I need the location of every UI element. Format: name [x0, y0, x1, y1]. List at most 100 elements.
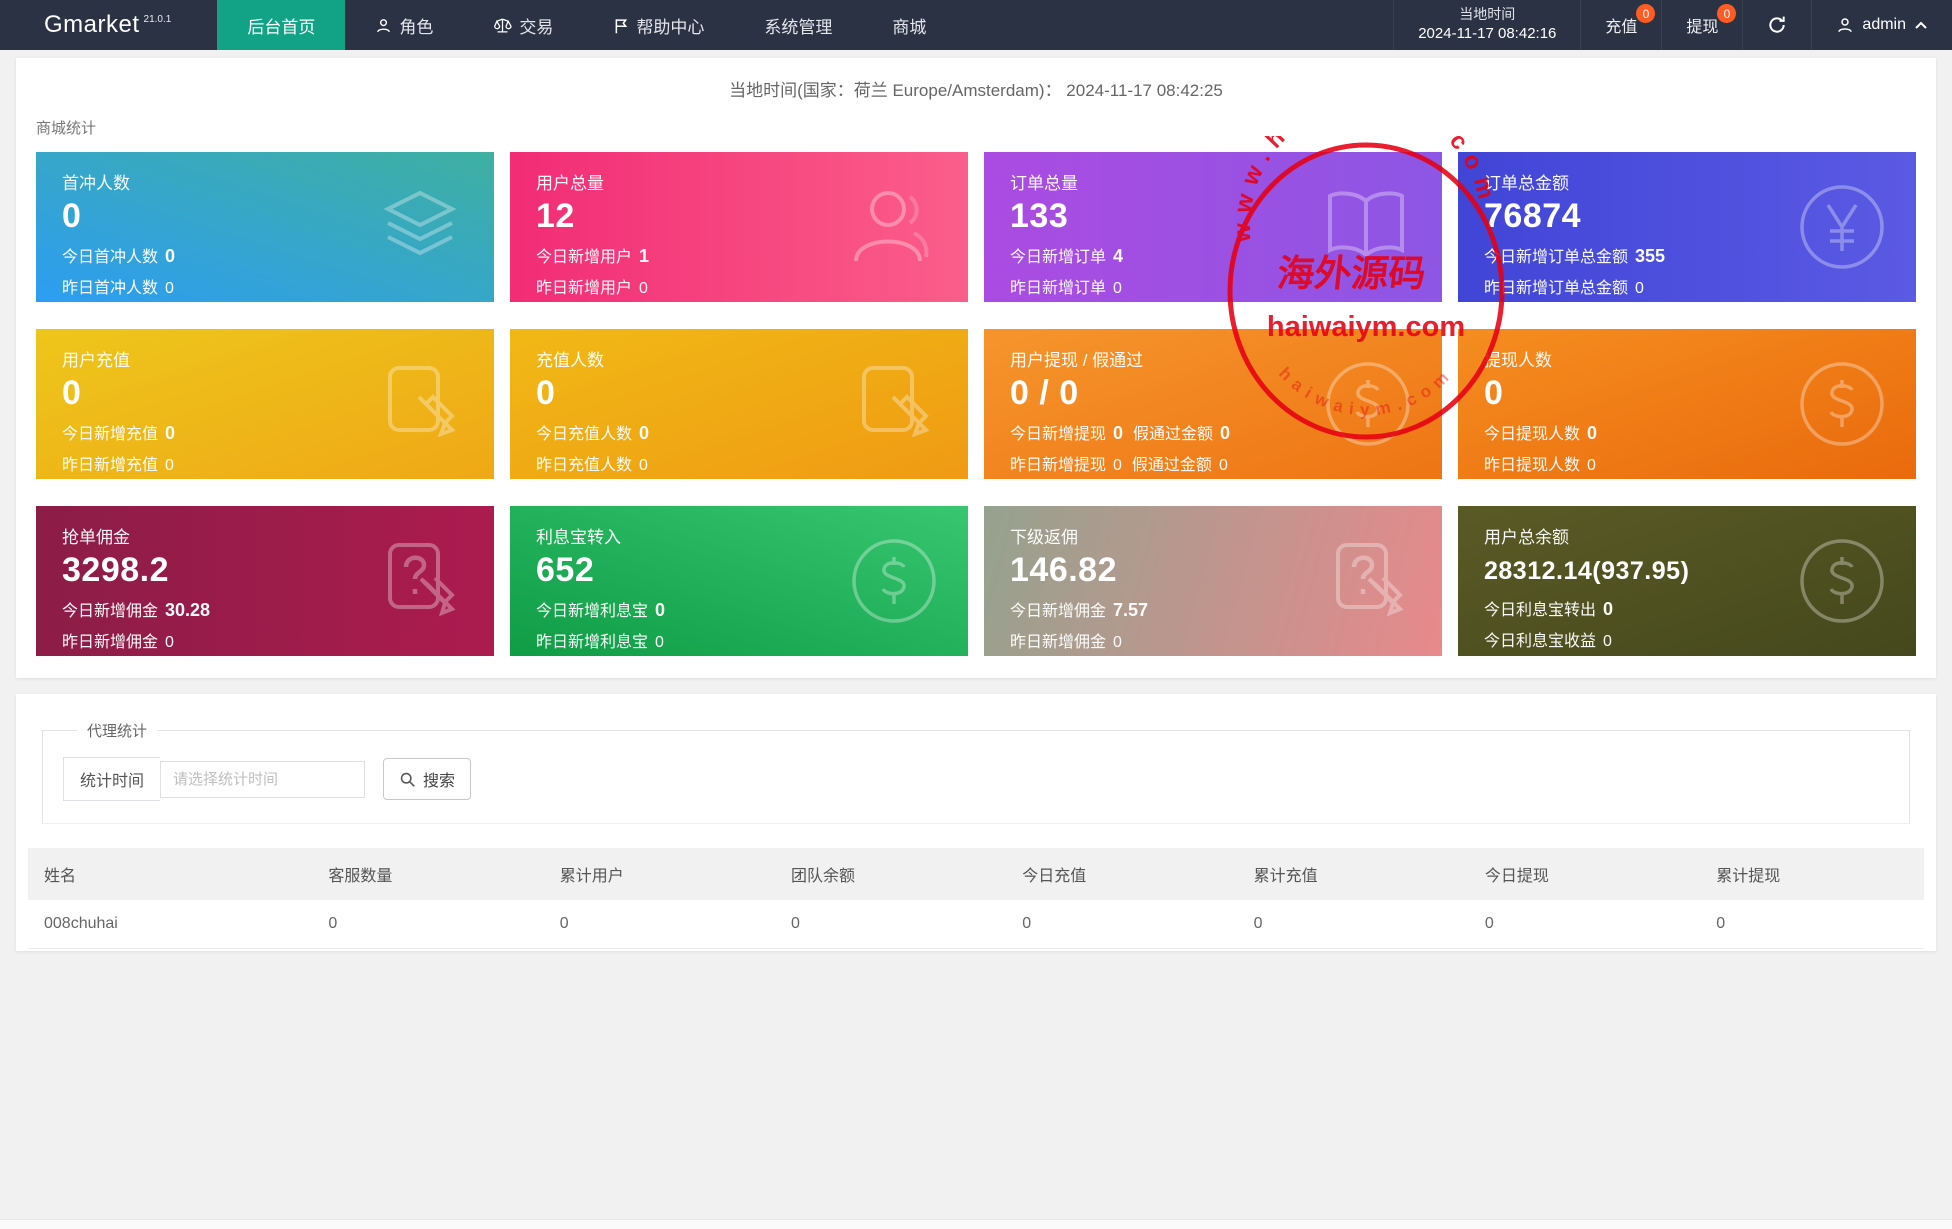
- stat-line-value: 0: [1113, 457, 1122, 474]
- stat-line-value: 0: [165, 280, 174, 297]
- local-time-label: 当地时间: [1459, 5, 1515, 24]
- table-cell: 0: [1238, 900, 1469, 949]
- table-row: 008chuhai0000000: [28, 900, 1924, 949]
- card-stat-line: 昨日新增佣金 0: [1010, 628, 1416, 652]
- stat-card-user-withdraw-fakepass: 用户提现 / 假通过 0 / 0 今日新增提现0假通过金额0昨日新增提现0假通过…: [984, 329, 1442, 479]
- stat-line-value: 0: [1635, 280, 1644, 297]
- card-stat-line: 昨日新增利息宝 0: [536, 628, 942, 652]
- table-header-cell: 累计用户: [544, 848, 775, 900]
- table-cell: 0: [1700, 900, 1924, 949]
- nav-item-label: 角色: [399, 13, 433, 38]
- stat-line-value: 30.28: [165, 600, 210, 620]
- card-stat-line: 昨日新增提现0假通过金额0: [1010, 451, 1416, 475]
- search-button-label: 搜索: [423, 767, 455, 791]
- local-time-block: 当地时间 2024-11-17 08:42:16: [1393, 0, 1580, 50]
- card-stat-line: 昨日首冲人数 0: [62, 274, 468, 298]
- stat-card-user-recharge: 用户充值 0 今日新增充值0昨日新增充值0: [36, 329, 494, 479]
- user-avatar-icon: [1836, 16, 1854, 34]
- stat-line-label: 昨日新增佣金: [1010, 634, 1106, 651]
- nav-item-trade[interactable]: 交易: [463, 0, 583, 50]
- stat-line-value: 0: [165, 423, 175, 443]
- nav-item-system[interactable]: 系统管理: [734, 0, 862, 50]
- table-cell: 008chuhai: [28, 900, 312, 949]
- nav-item-roles[interactable]: 角色: [345, 0, 463, 50]
- card-stat-line: 昨日新增订单总金额 0: [1484, 274, 1890, 298]
- user-menu[interactable]: admin: [1811, 0, 1952, 50]
- stat-cards-grid: 首冲人数 0 今日首冲人数0昨日首冲人数0 用户总量 12 今日新增用户1昨日新…: [16, 138, 1936, 660]
- table-header-cell: 姓名: [28, 848, 312, 900]
- stat-line-value: 0: [639, 457, 648, 474]
- flag-icon: [613, 17, 629, 34]
- stat-line-label: 昨日新增利息宝: [536, 634, 648, 651]
- stat-line-value: 0: [1113, 423, 1123, 443]
- agent-stats-legend: 代理统计: [77, 720, 157, 741]
- nav-item-dashboard[interactable]: 后台首页: [217, 0, 345, 50]
- stat-line-label: 昨日新增充值: [62, 457, 158, 474]
- stat-card-first-charge-users: 首冲人数 0 今日首冲人数0昨日首冲人数0: [36, 152, 494, 302]
- book-icon: [1316, 177, 1416, 277]
- stat-line-label: 昨日提现人数: [1484, 457, 1580, 474]
- stat-line-label: 昨日充值人数: [536, 457, 632, 474]
- card-stat-line: 昨日提现人数 0: [1484, 451, 1890, 475]
- question-edit-icon: [372, 533, 468, 629]
- stat-line-value: 0: [655, 600, 665, 620]
- stat-line-value: 0: [1113, 634, 1122, 651]
- recharge-badge: 0: [1636, 4, 1655, 23]
- stat-time-input[interactable]: [160, 761, 365, 798]
- user-icon: [842, 177, 942, 277]
- search-button[interactable]: 搜索: [383, 758, 471, 800]
- recharge-label: 充值: [1605, 13, 1637, 37]
- filter-row: 统计时间 搜索: [63, 757, 1889, 801]
- refresh-button[interactable]: [1742, 0, 1811, 50]
- dollar-icon: [1794, 356, 1890, 452]
- table-cell: 0: [544, 900, 775, 949]
- nav-item-label: 商城: [892, 13, 926, 38]
- scales-icon: [493, 17, 512, 34]
- stat-line-value: 0: [1603, 599, 1613, 619]
- stat-line-label: 今日新增用户: [536, 249, 632, 266]
- table-header-row: 姓名客服数量累计用户团队余额今日充值累计充值今日提现累计提现: [28, 848, 1924, 900]
- stat-line-value: 4: [1113, 246, 1123, 266]
- table-cell: 0: [312, 900, 543, 949]
- nav-item-label: 帮助中心: [636, 13, 704, 38]
- stat-card-total-orders: 订单总量 133 今日新增订单4昨日新增订单0: [984, 152, 1442, 302]
- local-time-line: 当地时间(国家：荷兰 Europe/Amsterdam)： 2024-11-17…: [16, 76, 1936, 101]
- stat-line-value: 0: [1587, 423, 1597, 443]
- stat-card-user-total-balance: 用户总余额 28312.14(937.95) 今日利息宝转出0今日利息宝收益0: [1458, 506, 1916, 656]
- table-header-cell: 累计充值: [1238, 848, 1469, 900]
- person-icon: [375, 17, 392, 34]
- stat-line-label: 昨日新增订单总金额: [1484, 280, 1628, 297]
- withdraw-nav-button[interactable]: 提现 0: [1661, 0, 1742, 50]
- mall-stats-panel: 当地时间(国家：荷兰 Europe/Amsterdam)： 2024-11-17…: [16, 58, 1936, 678]
- stat-line-value: 0: [1587, 457, 1596, 474]
- card-stat-line: 今日利息宝收益0: [1484, 627, 1890, 651]
- nav-item-help-center[interactable]: 帮助中心: [583, 0, 734, 50]
- stat-time-label: 统计时间: [63, 757, 160, 801]
- nav-item-mall[interactable]: 商城: [862, 0, 956, 50]
- stat-line-label: 今日新增佣金: [62, 603, 158, 620]
- stat-line-value: 0: [639, 280, 648, 297]
- brand-name: Gmarket: [44, 11, 140, 39]
- stat-line-label: 假通过金额: [1132, 457, 1212, 474]
- stat-line-value: 0: [165, 457, 174, 474]
- stat-line-label: 今日利息宝转出: [1484, 602, 1596, 619]
- stat-card-total-order-amount: 订单总金额 76874 今日新增订单总金额355昨日新增订单总金额0: [1458, 152, 1916, 302]
- table-body: 008chuhai0000000: [28, 900, 1924, 949]
- stat-line-value: 0: [1219, 457, 1228, 474]
- brand-logo[interactable]: Gmarket 21.0.1: [0, 0, 217, 50]
- recharge-nav-button[interactable]: 充值 0: [1580, 0, 1661, 50]
- stat-line-label: 今日新增利息宝: [536, 603, 648, 620]
- nav-item-label: 交易: [519, 13, 553, 38]
- stat-line-value: 0: [165, 246, 175, 266]
- table-header-cell: 今日充值: [1006, 848, 1237, 900]
- card-stat-line: 昨日充值人数 0: [536, 451, 942, 475]
- withdraw-label: 提现: [1686, 13, 1718, 37]
- stat-line-label: 昨日首冲人数: [62, 280, 158, 297]
- stat-line-value: 0: [655, 634, 664, 651]
- card-stat-line: 昨日新增佣金0: [62, 628, 468, 652]
- stat-card-grab-commission: 抢单佣金 3298.2 今日新增佣金30.28昨日新增佣金0: [36, 506, 494, 656]
- brand-version: 21.0.1: [144, 14, 172, 25]
- table-header-cell: 团队余额: [775, 848, 1006, 900]
- stat-line-value: 0: [639, 423, 649, 443]
- stat-card-total-users: 用户总量 12 今日新增用户1昨日新增用户0: [510, 152, 968, 302]
